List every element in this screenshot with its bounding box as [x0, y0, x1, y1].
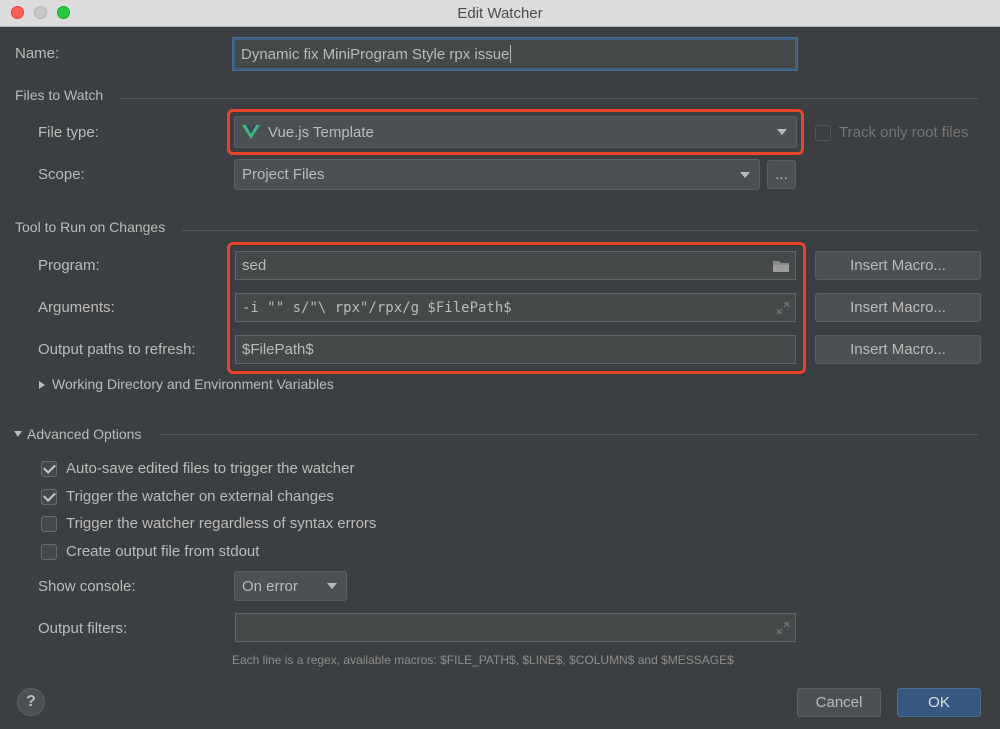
show-console-label: Show console:	[38, 578, 136, 595]
advanced-heading[interactable]: Advanced Options	[27, 426, 141, 442]
chevron-down-icon	[777, 129, 787, 135]
help-icon: ?	[26, 693, 36, 710]
stdout-checkbox[interactable]	[41, 544, 57, 560]
cancel-button[interactable]: Cancel	[797, 688, 881, 717]
files-to-watch-heading: Files to Watch	[15, 87, 104, 103]
scope-label: Scope:	[38, 166, 85, 183]
program-insert-macro-button[interactable]: Insert Macro...	[815, 251, 981, 280]
arguments-value: -i "" s/"\ rpx"/rpx/g $FilePath$	[242, 299, 512, 316]
ok-label: OK	[928, 694, 950, 711]
cancel-label: Cancel	[815, 694, 863, 711]
working-directory-toggle[interactable]: Working Directory and Environment Variab…	[52, 376, 334, 392]
expand-icon[interactable]	[777, 302, 789, 314]
syntax-errors-label: Trigger the watcher regardless of syntax…	[66, 515, 377, 532]
auto-save-label: Auto-save edited files to trigger the wa…	[66, 460, 355, 477]
auto-save-checkbox[interactable]	[41, 461, 57, 477]
expanded-arrow-icon[interactable]	[14, 431, 22, 437]
name-label: Name:	[15, 45, 60, 62]
track-root-checkbox[interactable]	[815, 125, 831, 141]
arguments-label: Arguments:	[38, 299, 115, 316]
output-insert-macro-label: Insert Macro...	[850, 341, 946, 358]
arguments-input[interactable]: -i "" s/"\ rpx"/rpx/g $FilePath$	[235, 293, 796, 322]
output-insert-macro-button[interactable]: Insert Macro...	[815, 335, 981, 364]
name-input-value: Dynamic fix MiniProgram Style rpx issue	[241, 45, 510, 63]
output-paths-value: $FilePath$	[242, 341, 314, 358]
external-changes-checkbox[interactable]	[41, 489, 57, 505]
stdout-label: Create output file from stdout	[66, 543, 260, 560]
program-label: Program:	[38, 257, 100, 274]
vue-icon	[242, 125, 260, 139]
ok-button[interactable]: OK	[897, 688, 981, 717]
scope-browse-label: ...	[775, 166, 788, 183]
show-console-value: On error	[242, 577, 298, 595]
file-type-label: File type:	[38, 124, 99, 141]
name-input[interactable]: Dynamic fix MiniProgram Style rpx issue	[233, 38, 797, 70]
scope-browse-button[interactable]: ...	[767, 160, 796, 189]
file-type-select[interactable]: Vue.js Template	[234, 116, 797, 148]
tool-heading: Tool to Run on Changes	[15, 219, 166, 235]
output-filters-input[interactable]	[235, 613, 796, 642]
window-title: Edit Watcher	[457, 5, 543, 22]
output-filters-hint: Each line is a regex, available macros: …	[232, 653, 734, 667]
text-cursor	[510, 45, 512, 63]
files-to-watch-divider	[120, 98, 978, 99]
external-changes-label: Trigger the watcher on external changes	[66, 488, 334, 505]
scope-select[interactable]: Project Files	[234, 159, 760, 190]
output-paths-label: Output paths to refresh:	[38, 341, 196, 358]
expand-icon[interactable]	[777, 622, 789, 634]
advanced-divider	[160, 434, 978, 435]
file-type-value: Vue.js Template	[268, 123, 374, 141]
chevron-down-icon	[327, 583, 337, 589]
arguments-insert-macro-button[interactable]: Insert Macro...	[815, 293, 981, 322]
scope-value: Project Files	[242, 166, 325, 183]
collapsed-arrow-icon[interactable]	[39, 381, 45, 389]
help-button[interactable]: ?	[17, 688, 45, 716]
track-root-label: Track only root files	[839, 124, 969, 141]
program-input[interactable]: sed	[235, 251, 796, 280]
folder-icon[interactable]	[772, 259, 790, 273]
title-bar: Edit Watcher	[0, 0, 1000, 27]
chevron-down-icon	[740, 171, 750, 178]
tool-divider	[182, 230, 978, 231]
program-value: sed	[242, 257, 267, 274]
output-paths-input[interactable]: $FilePath$	[235, 335, 796, 364]
show-console-select[interactable]: On error	[234, 571, 347, 601]
output-filters-label: Output filters:	[38, 620, 128, 637]
arguments-insert-macro-label: Insert Macro...	[850, 299, 946, 316]
syntax-errors-checkbox[interactable]	[41, 516, 57, 532]
program-insert-macro-label: Insert Macro...	[850, 257, 946, 274]
